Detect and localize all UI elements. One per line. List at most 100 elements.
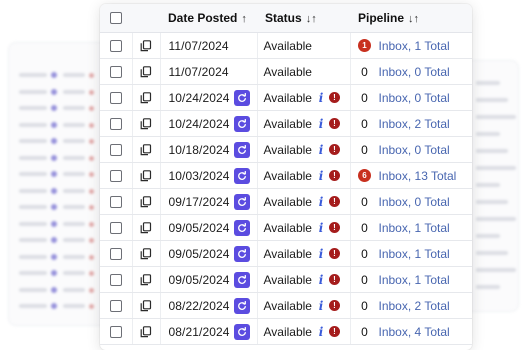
row-checkbox[interactable] [109,91,122,104]
placeholder-line [476,132,500,136]
pipeline-header[interactable]: Pipeline ↓↑ [350,4,472,33]
alert-icon[interactable]: ! [328,222,340,233]
table-row: 10/18/2024 Available i ! 0 Inbox, 0 Tota… [100,136,472,163]
info-icon[interactable]: i [318,273,324,287]
date-posted-cell: 11/07/2024 [160,58,258,85]
copy-icon[interactable] [140,247,152,260]
copy-icon[interactable] [140,195,152,208]
status-value: Available [263,298,312,313]
repost-button[interactable] [233,141,250,158]
row-checkbox[interactable] [109,65,122,78]
copy-header-cell [132,4,160,33]
placeholder-dot [51,270,57,276]
select-all-checkbox[interactable] [110,12,122,24]
alert-icon[interactable]: ! [328,274,340,285]
date-posted-label: Date Posted [168,11,238,25]
pipeline-link[interactable]: Inbox, 1 Total [379,273,450,287]
pipeline-link[interactable]: Inbox, 1 Total [379,247,450,261]
info-icon[interactable]: i [318,143,324,157]
placeholder-dot [89,271,94,276]
sort-icon: ↓↑ [408,13,420,25]
status-cell: Available i ! [257,188,351,215]
alert-icon[interactable]: ! [328,92,340,103]
pipeline-link[interactable]: Inbox, 1 Total [379,221,450,235]
info-icon[interactable]: i [318,299,324,313]
copy-icon[interactable] [140,325,152,338]
select-cell [100,318,133,345]
placeholder-line [19,122,47,127]
row-checkbox[interactable] [109,221,122,234]
repost-button[interactable] [233,193,250,210]
info-icon[interactable]: i [318,221,324,235]
date-posted-value: 11/07/2024 [168,38,229,53]
row-checkbox[interactable] [109,273,122,286]
pipeline-count: 0 [357,91,373,105]
repost-button[interactable] [233,245,250,262]
copy-icon[interactable] [140,221,152,234]
copy-icon[interactable] [140,117,152,130]
repost-button[interactable] [233,115,250,132]
alert-icon[interactable]: ! [328,118,340,129]
copy-icon[interactable] [140,169,152,182]
row-checkbox[interactable] [109,325,122,338]
copy-cell [132,162,161,189]
pipeline-link[interactable]: Inbox, 2 Total [379,117,450,131]
info-icon[interactable]: i [318,325,324,339]
placeholder-line [19,106,47,110]
repost-button[interactable] [233,297,250,314]
copy-cell [132,188,161,215]
info-icon[interactable]: i [318,247,324,261]
copy-icon[interactable] [140,91,152,104]
pipeline-link[interactable]: Inbox, 13 Total [379,169,457,183]
info-icon[interactable]: i [318,91,324,105]
alert-icon[interactable]: ! [328,196,340,207]
placeholder-dot [51,187,57,194]
placeholder-line [63,89,85,94]
date-posted-cell: 08/21/2024 [160,318,258,345]
alert-icon[interactable]: ! [328,248,340,259]
repost-button[interactable] [233,167,250,184]
copy-icon[interactable] [140,39,152,52]
placeholder-line [63,122,85,127]
row-checkbox[interactable] [109,143,122,156]
date-posted-header[interactable]: Date Posted ↑ [160,4,257,33]
repost-button[interactable] [233,219,250,236]
status-header[interactable]: Status ↓↑ [257,4,350,33]
alert-icon[interactable]: ! [328,300,340,311]
copy-icon[interactable] [140,65,152,78]
status-value: Available [263,38,312,53]
row-checkbox[interactable] [109,299,122,312]
row-checkbox[interactable] [109,169,122,182]
row-checkbox[interactable] [109,117,122,130]
date-posted-value: 10/18/2024 [168,142,230,157]
refresh-icon [237,170,246,180]
alert-icon[interactable]: ! [328,326,340,337]
copy-icon[interactable] [140,273,152,286]
info-icon[interactable]: i [318,169,324,183]
placeholder-dot [51,105,57,111]
pipeline-link[interactable]: Inbox, 0 Total [379,143,450,157]
copy-icon[interactable] [140,299,152,312]
info-icon[interactable]: i [318,117,324,131]
pipeline-link[interactable]: Inbox, 0 Total [379,91,450,105]
repost-button[interactable] [233,89,250,106]
row-checkbox[interactable] [109,247,122,260]
select-cell [100,136,133,163]
pipeline-link[interactable]: Inbox, 2 Total [379,299,450,313]
pipeline-link[interactable]: Inbox, 1 Total [379,39,450,53]
status-value: Available [263,90,312,105]
pipeline-link[interactable]: Inbox, 4 Total [379,325,450,339]
alert-icon[interactable]: ! [328,144,340,155]
copy-cell [132,292,161,319]
pipeline-link[interactable]: Inbox, 0 Total [379,195,450,209]
row-checkbox[interactable] [109,195,122,208]
placeholder-line [19,155,47,160]
repost-button[interactable] [233,323,250,340]
row-checkbox[interactable] [109,39,122,52]
alert-icon[interactable]: ! [328,170,340,181]
pipeline-link[interactable]: Inbox, 0 Total [379,65,450,79]
copy-icon[interactable] [140,143,152,156]
repost-button[interactable] [233,271,250,288]
refresh-icon [237,274,246,284]
info-icon[interactable]: i [318,195,324,209]
